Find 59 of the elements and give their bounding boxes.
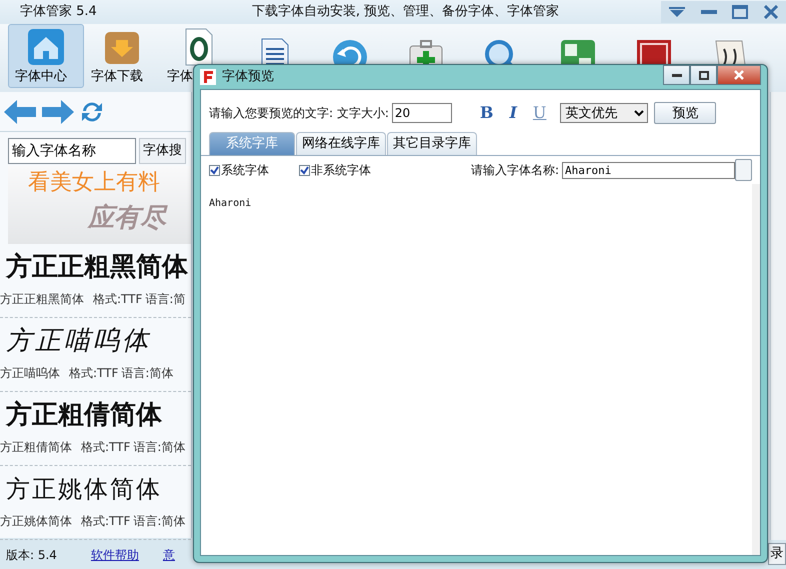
font-language: 语言:简体 bbox=[121, 365, 174, 382]
font-name: 方正喵呜体 bbox=[0, 365, 60, 382]
help-link[interactable]: 软件帮助 bbox=[90, 546, 139, 564]
font-sample: 方正粗倩简体 bbox=[4, 399, 163, 432]
font-format: 格式:TTF bbox=[69, 365, 118, 382]
search-button[interactable] bbox=[734, 159, 752, 181]
font-sample: 方正正粗黑简体 bbox=[4, 251, 189, 284]
toolbar-button[interactable]: 字体中心 bbox=[8, 24, 84, 88]
font-size-field[interactable]: 20 bbox=[392, 103, 452, 123]
maximize-button[interactable] bbox=[690, 65, 717, 85]
house-icon bbox=[26, 27, 66, 68]
close-button[interactable] bbox=[717, 65, 761, 85]
font-language: 语言:简 bbox=[145, 291, 186, 308]
tab[interactable]: 其它目录字库 bbox=[387, 132, 477, 155]
close-icon bbox=[734, 70, 744, 80]
font-name: 方正姚体简体 bbox=[0, 513, 72, 530]
window-title: 字体管家 5.4 bbox=[19, 3, 98, 22]
link[interactable]: 意 bbox=[162, 546, 175, 564]
restore-icon bbox=[698, 70, 708, 80]
back-arrow-icon[interactable] bbox=[4, 100, 36, 124]
banner-text: 应有尽 bbox=[86, 202, 169, 235]
font-format: 格式:TTF bbox=[93, 291, 142, 308]
checkbox[interactable]: 系统字体 bbox=[209, 161, 269, 179]
italic-button[interactable]: I bbox=[501, 101, 525, 125]
close-icon[interactable] bbox=[764, 5, 778, 19]
minimize-icon[interactable] bbox=[700, 10, 717, 14]
corner-button[interactable]: 录 bbox=[768, 543, 786, 565]
font-name-field[interactable]: Aharoni bbox=[562, 162, 735, 178]
scrollbar[interactable] bbox=[770, 92, 786, 540]
font-name-label: 请输入字体名称: bbox=[471, 162, 560, 179]
toolbar-button[interactable]: 字体下载 bbox=[84, 24, 160, 88]
font-format: 格式:TTF bbox=[81, 439, 130, 456]
dialog-title: 字体预览 bbox=[222, 68, 275, 86]
preview-button[interactable]: 预览 bbox=[654, 102, 716, 124]
checkbox[interactable]: 非系统字体 bbox=[299, 161, 371, 179]
font-sample: 方正姚体简体 bbox=[5, 474, 163, 505]
forward-arrow-icon[interactable] bbox=[42, 100, 74, 124]
font-language: 语言:简体 bbox=[133, 513, 186, 530]
font-list-item[interactable]: Aharoni bbox=[201, 184, 752, 223]
tab[interactable]: 网络在线字库 bbox=[296, 132, 386, 155]
scrollbar[interactable] bbox=[752, 184, 760, 555]
font-name: 方正正粗黑简体 bbox=[0, 291, 84, 308]
minimize-button[interactable] bbox=[663, 65, 690, 85]
language-select[interactable]: 英文优先 bbox=[560, 103, 648, 123]
app-icon bbox=[200, 69, 216, 85]
minimize-icon bbox=[672, 74, 682, 77]
version-text: 版本: 5.4 bbox=[6, 546, 57, 564]
font-language: 语言:简体 bbox=[133, 439, 186, 456]
bold-button[interactable]: B bbox=[472, 101, 502, 125]
banner-text: 看美女上有料 bbox=[27, 169, 161, 197]
maximize-icon[interactable] bbox=[732, 5, 748, 19]
font-format: 格式:TTF bbox=[81, 513, 130, 530]
font-name-field[interactable]: 输入字体名称 bbox=[8, 138, 136, 164]
font-sample: 方正喵呜体 bbox=[5, 325, 152, 358]
window-subtitle: 下载字体自动安装, 预览、管理、备份字体、字体管家 bbox=[250, 3, 560, 22]
font-search-button[interactable]: 字体搜 bbox=[139, 138, 186, 164]
font-name: 方正粗倩简体 bbox=[0, 439, 72, 456]
dropdown-icon[interactable] bbox=[668, 7, 685, 17]
preview-text-label: 请输入您要预览的文字: 文字大小: bbox=[209, 105, 389, 122]
